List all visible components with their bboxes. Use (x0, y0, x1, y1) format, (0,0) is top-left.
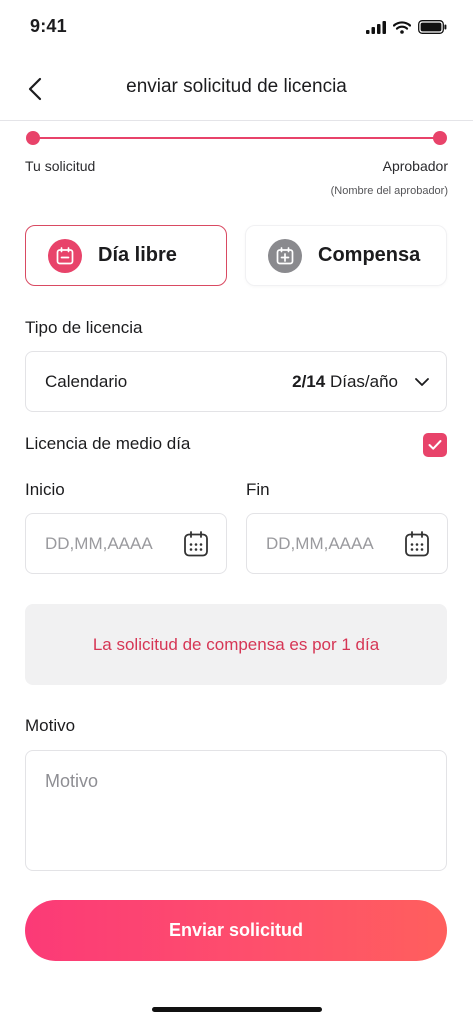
compensation-label: Compensa (318, 244, 421, 266)
status-icons (366, 20, 447, 34)
leave-balance-count: 2/14 (292, 372, 326, 391)
leave-type-toggle: Día libre Compensa (25, 225, 447, 286)
home-indicator[interactable] (152, 1007, 322, 1012)
leave-type-select[interactable]: Calendario 2/14 Días/año (25, 351, 447, 412)
reason-textarea[interactable]: Motivo (25, 750, 447, 871)
calendar-minus-icon (48, 238, 82, 273)
header-divider (0, 120, 473, 121)
step-label-requester: Tu solicitud (25, 158, 96, 174)
calendar-plus-icon (268, 238, 302, 273)
half-day-label: Licencia de medio día (25, 434, 191, 453)
submit-label: Enviar solicitud (168, 920, 304, 940)
start-date-placeholder: DD,MM,AAAA (45, 534, 153, 553)
status-time: 9:41 (30, 16, 67, 36)
leave-type-heading: Tipo de licencia (25, 318, 143, 337)
leave-balance: 2/14 Días/año (292, 372, 398, 392)
day-off-label: Día libre (98, 244, 177, 266)
leave-type-value: Calendario (45, 372, 128, 391)
wifi-icon (393, 20, 411, 34)
start-date-label: Inicio (25, 480, 65, 499)
leave-balance-unit: Días/año (329, 372, 398, 391)
status-bar: 9:41 (0, 0, 473, 50)
chevron-down-icon (415, 378, 429, 386)
page-title: enviar solicitud de licencia (126, 76, 347, 97)
signal-icon (366, 20, 386, 34)
approval-progress (26, 130, 447, 146)
battery-icon (418, 20, 447, 34)
nav-bar: enviar solicitud de licencia (0, 62, 473, 114)
progress-dot-end (433, 131, 447, 145)
end-date-label: Fin (246, 480, 270, 499)
step-label-approver: Aprobador (382, 158, 448, 174)
end-date-placeholder: DD,MM,AAAA (266, 534, 374, 553)
submit-request-button[interactable]: Enviar solicitud (25, 900, 447, 961)
checkmark-icon (428, 440, 442, 450)
progress-dot-start (26, 131, 40, 145)
calendar-icon[interactable] (183, 530, 209, 558)
notice-text: La solicitud de compensa es por 1 día (92, 634, 380, 654)
progress-line (32, 137, 441, 139)
approver-name: (Nombre del aprobador) (330, 185, 448, 197)
calendar-icon[interactable] (404, 530, 430, 558)
reason-placeholder: Motivo (45, 771, 99, 791)
compensation-notice: La solicitud de compensa es por 1 día (25, 604, 447, 685)
half-day-checkbox[interactable] (423, 433, 447, 457)
end-date-input[interactable]: DD,MM,AAAA (246, 513, 448, 574)
compensation-option[interactable]: Compensa (245, 225, 447, 286)
reason-label: Motivo (25, 716, 76, 735)
start-date-input[interactable]: DD,MM,AAAA (25, 513, 227, 574)
day-off-option[interactable]: Día libre (25, 225, 227, 286)
